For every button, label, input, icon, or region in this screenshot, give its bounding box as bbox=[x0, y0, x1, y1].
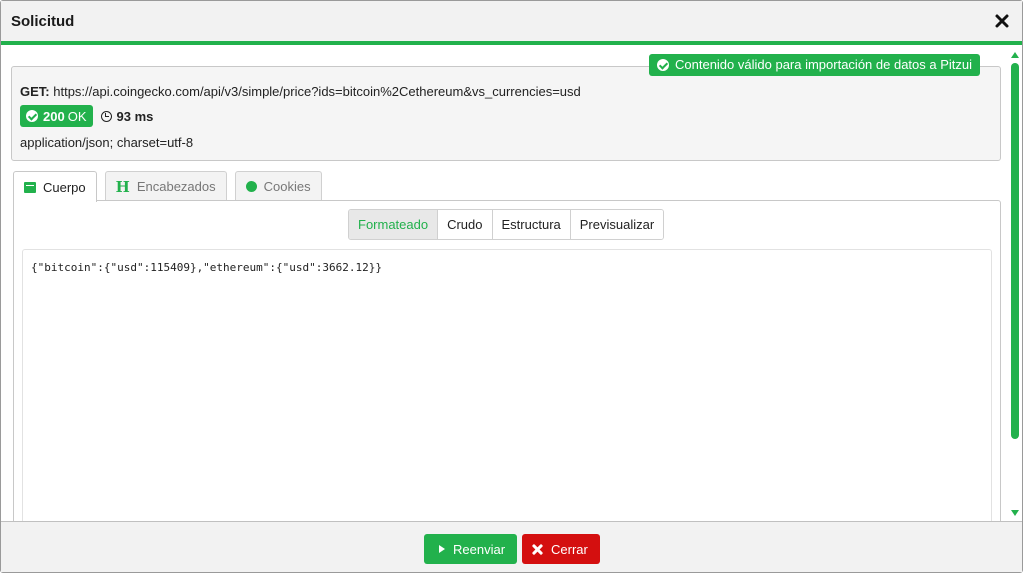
view-crudo[interactable]: Crudo bbox=[437, 210, 492, 239]
request-url-line: GET: https://api.coingecko.com/api/v3/si… bbox=[20, 84, 581, 99]
tab-cuerpo[interactable]: Cuerpo bbox=[13, 171, 97, 202]
scroll-down-icon[interactable] bbox=[1011, 510, 1019, 516]
tab-label: Encabezados bbox=[136, 179, 216, 194]
response-tabs: Cuerpo H Encabezados Cookies bbox=[13, 171, 322, 202]
resend-button[interactable]: Reenviar bbox=[424, 534, 517, 564]
response-time: 93 ms bbox=[100, 108, 154, 124]
play-icon bbox=[439, 545, 445, 553]
tab-encabezados[interactable]: H Encabezados bbox=[104, 171, 227, 201]
tab-label: Cookies bbox=[263, 179, 311, 194]
view-previsualizar[interactable]: Previsualizar bbox=[569, 210, 664, 239]
response-duration: 93 ms bbox=[116, 108, 154, 124]
dialog-body: Contenido válido para importación de dat… bbox=[1, 49, 1022, 521]
request-url: https://api.coingecko.com/api/v3/simple/… bbox=[53, 84, 581, 99]
toast-text: Contenido válido para importación de dat… bbox=[675, 57, 973, 72]
clock-icon bbox=[100, 110, 112, 122]
dialog-header: Solicitud bbox=[1, 1, 1022, 45]
dialog-title: Solicitud bbox=[11, 13, 75, 30]
request-dialog: Solicitud Contenido válido para importac… bbox=[0, 0, 1023, 573]
tab-panel-cuerpo: Formateado Crudo Estructura Previsualiza… bbox=[13, 200, 1001, 521]
view-formateado[interactable]: Formateado bbox=[349, 210, 438, 239]
view-mode-group: Formateado Crudo Estructura Previsualiza… bbox=[348, 209, 665, 240]
scrollbar-thumb[interactable] bbox=[1011, 63, 1019, 439]
dialog-footer: Reenviar Cerrar bbox=[1, 521, 1022, 572]
circle-icon bbox=[245, 181, 257, 192]
scroll-up-icon[interactable] bbox=[1011, 52, 1019, 58]
heading-icon: H bbox=[115, 177, 130, 196]
view-estructura[interactable]: Estructura bbox=[491, 210, 570, 239]
tab-cookies[interactable]: Cookies bbox=[234, 171, 322, 201]
response-body-text: {"bitcoin":{"usd":115409},"ethereum":{"u… bbox=[31, 261, 382, 274]
request-method: GET: bbox=[20, 84, 50, 99]
check-circle-icon bbox=[657, 59, 669, 71]
close-button[interactable]: Cerrar bbox=[522, 534, 600, 564]
check-circle-icon bbox=[26, 110, 38, 122]
resend-label: Reenviar bbox=[453, 541, 506, 557]
status-code: 200 bbox=[43, 108, 65, 124]
status-badge: 200 OK bbox=[20, 105, 93, 127]
response-body-viewer[interactable]: {"bitcoin":{"usd":115409},"ethereum":{"u… bbox=[22, 249, 992, 521]
close-label: Cerrar bbox=[551, 541, 588, 557]
tab-label: Cuerpo bbox=[43, 179, 86, 195]
vertical-scrollbar[interactable] bbox=[1008, 49, 1022, 521]
close-icon[interactable] bbox=[994, 13, 1010, 29]
validation-toast: Contenido válido para importación de dat… bbox=[649, 54, 981, 76]
card-icon bbox=[24, 181, 36, 193]
request-info-box: GET: https://api.coingecko.com/api/v3/si… bbox=[11, 66, 1001, 161]
close-icon bbox=[532, 544, 543, 555]
status-line: 200 OK 93 ms bbox=[20, 105, 153, 127]
status-text: OK bbox=[67, 108, 87, 124]
content-type: application/json; charset=utf-8 bbox=[20, 135, 194, 150]
